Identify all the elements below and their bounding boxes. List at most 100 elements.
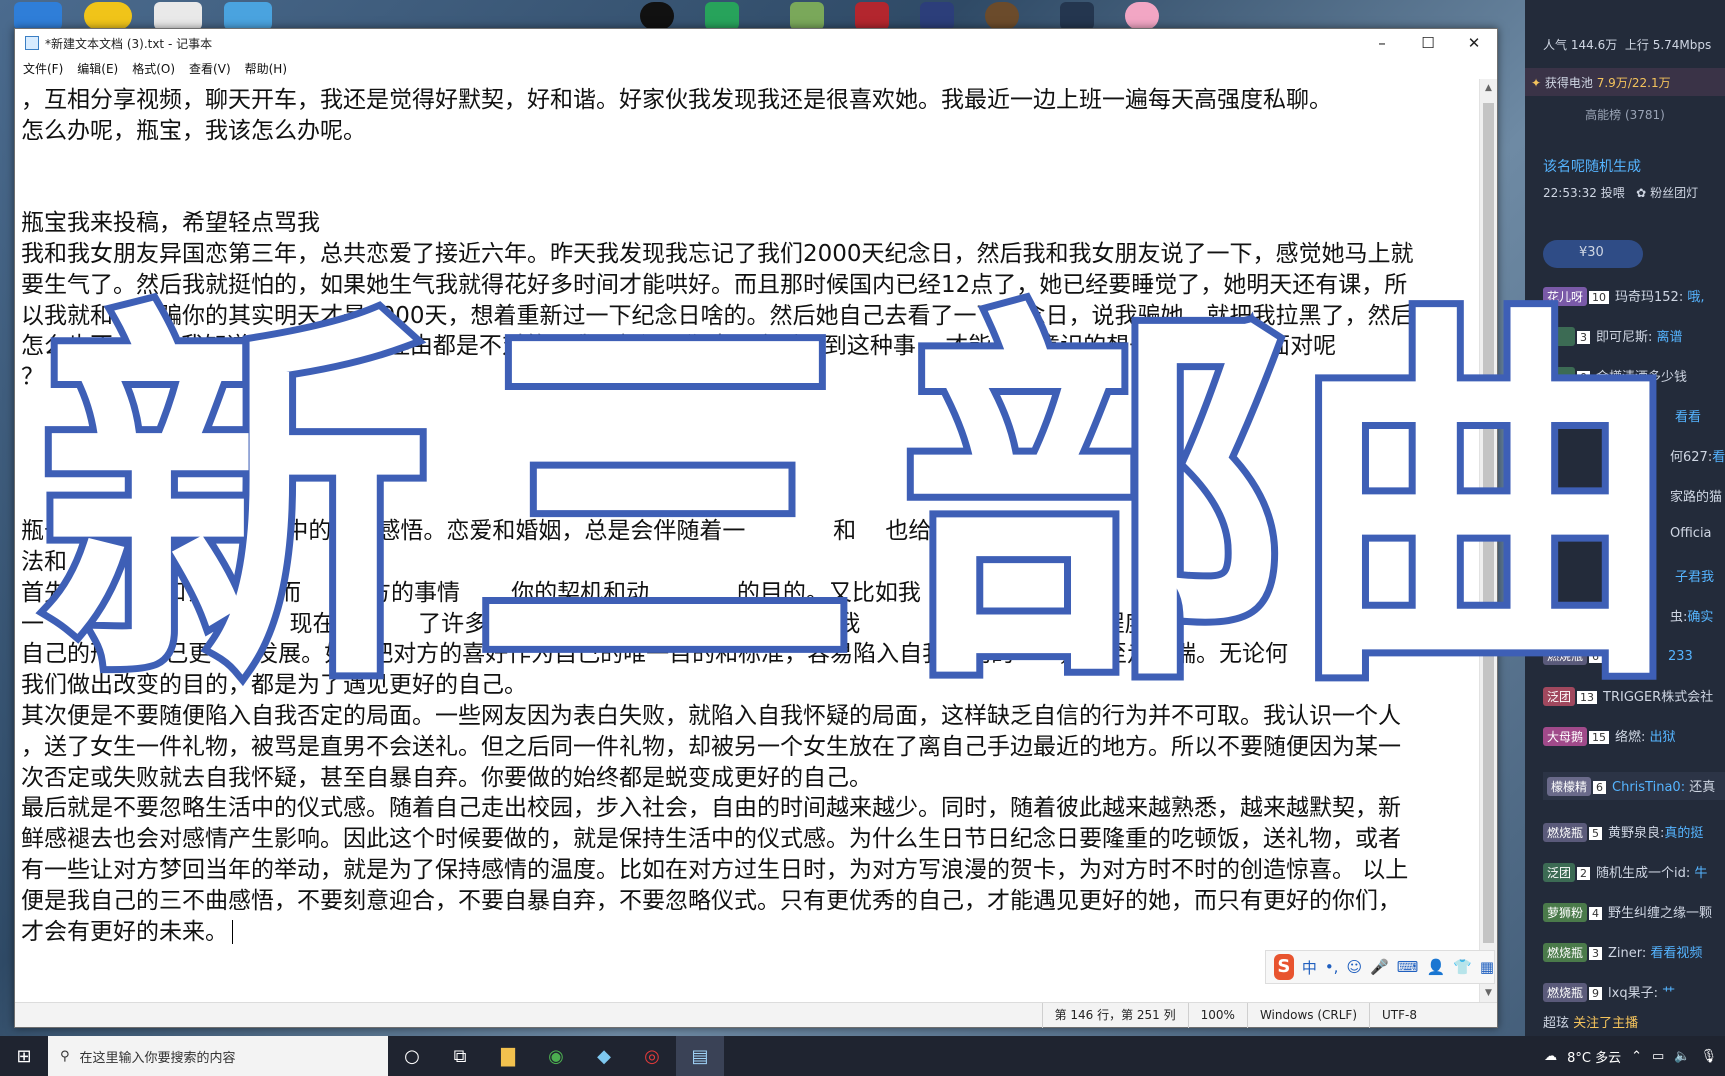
microphone-icon[interactable]: 🎤 xyxy=(1370,958,1389,976)
text-editor[interactable]: ，互相分享视频，聊天开车，我还是觉得好默契，好和谐。好家伙我发现我还是很喜欢她。… xyxy=(15,79,1479,1002)
chat-user[interactable]: Officia xyxy=(1670,526,1712,541)
text-line: 一 话合 人，现在说话 了许多，虽然可能是因为有了在意的 我 自己希望在一定程度… xyxy=(21,610,1171,637)
text-line xyxy=(21,393,1475,424)
gift-time-row: 22:53:32 投喂 ✿ 粉丝团灯 xyxy=(1543,184,1725,201)
chat-user[interactable]: 虫: xyxy=(1670,610,1687,625)
desktop-icon-game[interactable] xyxy=(790,2,824,30)
fan-level: 2 xyxy=(1577,867,1591,880)
cortana-icon[interactable]: ○ xyxy=(388,1036,436,1076)
fan-level: 4 xyxy=(1589,907,1603,920)
menu-view[interactable]: 查看(V) xyxy=(189,60,231,77)
scroll-up-icon[interactable]: ▲ xyxy=(1480,79,1497,97)
window-title: *新建文本文档 (3).txt - 记事本 xyxy=(45,36,213,51)
chat-row: Officia xyxy=(1670,526,1725,541)
windows-start-icon[interactable]: ⊞ xyxy=(0,1036,48,1076)
volume-icon[interactable]: 🔈 xyxy=(1674,1049,1690,1064)
text-line: ？ 谢谢啦 xyxy=(21,364,128,391)
chat-message: 哦, xyxy=(1687,290,1705,305)
follow-row: 超玹 关注了主播 xyxy=(1543,1012,1725,1031)
app-icon[interactable]: ◆ xyxy=(580,1036,628,1076)
chat-message: 出狱 xyxy=(1649,730,1676,745)
text-line: 我们做出改变的目的，都是为了遇见更好的自己。 xyxy=(21,672,527,699)
cloud-icon: ☁ xyxy=(1544,1048,1558,1064)
desktop-icon-red[interactable] xyxy=(855,2,889,30)
desktop-icon-pig[interactable] xyxy=(1125,2,1159,30)
desktop-icon-document[interactable] xyxy=(154,2,202,30)
chevron-up-icon[interactable]: ⌃ xyxy=(1631,1049,1642,1064)
line-ending: Windows (CRLF) xyxy=(1246,1002,1369,1028)
chat-user[interactable]: 黄野泉良: xyxy=(1608,826,1664,841)
desktop-icon-app[interactable] xyxy=(14,2,62,30)
text-line xyxy=(21,177,1475,208)
taskbar: ⊞ ⚲ 在这里输入你要搜索的内容 ○ ⧉ ▇ ◉ ◆ ◎ ▤ ☁ 8°C 多云 … xyxy=(0,1036,1725,1076)
rank-label[interactable]: 高能榜 (3781) xyxy=(1525,106,1725,123)
desktop-icon-browser[interactable] xyxy=(84,2,132,30)
ime-punct[interactable]: •, xyxy=(1325,958,1339,976)
chat-user[interactable]: 野生纠缠之缘一颗 xyxy=(1608,906,1712,921)
fan-badge: 燃烧瓶 xyxy=(1543,823,1588,842)
gift-amount: ¥30 xyxy=(1579,245,1604,260)
file-explorer-icon[interactable]: ▇ xyxy=(484,1036,532,1076)
scroll-down-icon[interactable]: ▼ xyxy=(1480,984,1497,1002)
text-line: 首先 合和讨好对方而 对方的事情 你的契机和动 的目的。又比如我 xyxy=(21,579,921,606)
weather[interactable]: 8°C 多云 xyxy=(1567,1047,1621,1066)
text-line: 瓶宝我来投稿，希望轻点骂我 xyxy=(21,210,320,237)
chat-user[interactable]: TRIGGER株式会社 xyxy=(1603,690,1713,705)
task-view-icon[interactable]: ⧉ xyxy=(436,1036,484,1076)
chat-user[interactable]: 金樽清酒多少钱 xyxy=(1596,370,1687,385)
gen-title-text: 该名呢随机生成 xyxy=(1543,159,1641,175)
network-icon[interactable]: ▭ xyxy=(1652,1049,1664,1064)
user-icon[interactable]: 👤 xyxy=(1426,958,1445,976)
gift-pill[interactable]: ¥30 xyxy=(1543,240,1643,268)
chat-user[interactable]: 何627: xyxy=(1670,450,1712,465)
fan-level: 0 xyxy=(1577,371,1591,384)
desktop-icon-headset[interactable] xyxy=(920,2,954,30)
chat-user[interactable]: ChrisTina0: xyxy=(1612,780,1685,795)
desktop-icon-chat[interactable] xyxy=(224,2,272,30)
fan-badge xyxy=(1543,327,1576,346)
search-placeholder: 在这里输入你要搜索的内容 xyxy=(79,1050,236,1066)
title-bar[interactable]: *新建文本文档 (3).txt - 记事本 – ☐ ✕ xyxy=(15,29,1497,57)
close-button[interactable]: ✕ xyxy=(1451,29,1497,57)
menu-format[interactable]: 格式(O) xyxy=(132,60,175,77)
emoji-icon[interactable]: ☺ xyxy=(1346,958,1362,976)
chat-user[interactable]: 玛奇玛152: xyxy=(1615,290,1683,305)
follow-user[interactable]: 超玹 xyxy=(1543,1016,1569,1031)
desktop-icon-circle[interactable] xyxy=(985,2,1019,30)
text-line: 鲜感褪去也会对感情产生影响。因此这个时候要做的，就是保持生活中的仪式感。为什么生… xyxy=(21,826,1401,853)
text-line: 怎么办呢，瓶宝，我该怎么办呢。 xyxy=(21,117,366,144)
desktop-icon-film[interactable] xyxy=(1060,2,1094,30)
star-icon: ✦ xyxy=(1531,76,1542,90)
chat-user[interactable]: 即可尼斯: xyxy=(1596,330,1652,345)
vertical-scrollbar[interactable]: ▲ ▼ xyxy=(1479,79,1497,1002)
text-line xyxy=(21,147,1475,178)
desktop-icon-sheet[interactable] xyxy=(705,2,739,30)
ime-mode[interactable]: 中 xyxy=(1302,957,1317,978)
notepad-window: *新建文本文档 (3).txt - 记事本 – ☐ ✕ 文件(F) 编辑(E) … xyxy=(14,28,1498,1028)
chat-message: 233 xyxy=(1668,649,1693,664)
sogou-logo-icon[interactable]: S xyxy=(1274,954,1294,980)
menu-file[interactable]: 文件(F) xyxy=(23,60,63,77)
menu-help[interactable]: 帮助(H) xyxy=(245,60,287,77)
scrollbar-thumb[interactable] xyxy=(1483,103,1494,943)
chat-user[interactable]: 家路的猫 xyxy=(1670,490,1722,505)
grid-icon[interactable]: ▦ xyxy=(1480,958,1494,976)
chat-user[interactable]: lxq果子: xyxy=(1608,986,1658,1001)
netease-music-icon[interactable]: ◎ xyxy=(628,1036,676,1076)
chat-user[interactable]: Ziner: xyxy=(1608,946,1646,961)
menu-edit[interactable]: 编辑(E) xyxy=(77,60,118,77)
keyboard-icon[interactable]: ⌨ xyxy=(1397,958,1419,976)
ime-toolbar[interactable]: S 中 •, ☺ 🎤 ⌨ 👤 👕 ▦ xyxy=(1265,950,1495,984)
follow-message: 关注了主播 xyxy=(1573,1016,1639,1031)
desktop-icon-qq[interactable] xyxy=(640,2,674,30)
microphone-tray-icon[interactable]: 🎙 xyxy=(1700,1049,1717,1064)
minimize-button[interactable]: – xyxy=(1359,29,1405,57)
maximize-button[interactable]: ☐ xyxy=(1405,29,1451,57)
skin-icon[interactable]: 👕 xyxy=(1453,958,1472,976)
chrome-icon[interactable]: ◉ xyxy=(532,1036,580,1076)
notepad-taskbar-icon[interactable]: ▤ xyxy=(676,1036,724,1076)
chat-user[interactable]: 络燃: xyxy=(1615,730,1645,745)
taskbar-search[interactable]: ⚲ 在这里输入你要搜索的内容 xyxy=(48,1036,388,1076)
battery-label: 获得电池 xyxy=(1544,76,1593,90)
chat-user[interactable]: 随机生成一个id: xyxy=(1596,866,1690,881)
